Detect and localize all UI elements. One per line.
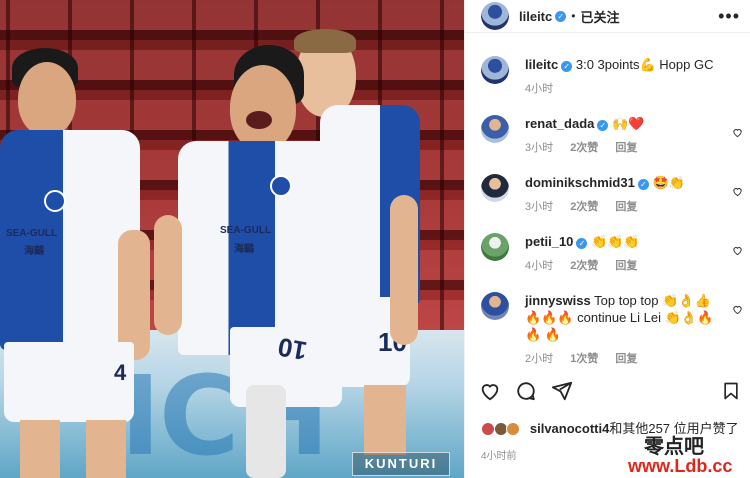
caption-time[interactable]: 4小时 xyxy=(525,83,553,95)
like-comment-icon[interactable] xyxy=(732,245,743,256)
reply-button[interactable]: 回复 xyxy=(615,142,637,154)
caption-username[interactable]: lileitc xyxy=(525,57,558,72)
comment-text: 👏👏👏 xyxy=(591,234,640,249)
commenter-avatar[interactable] xyxy=(481,115,509,143)
comment-username[interactable]: jinnyswiss xyxy=(525,293,591,308)
reply-button[interactable]: 回复 xyxy=(615,201,637,213)
author-username[interactable]: lileitc xyxy=(519,9,552,24)
like-comment-icon[interactable] xyxy=(732,304,743,315)
photo-watermark: KUNTURI xyxy=(352,452,450,476)
site-watermark-url: www.Ldb.cc xyxy=(628,456,733,476)
verified-icon: ✓ xyxy=(555,10,567,22)
liked-by[interactable]: silvanocotti4和其他257 位用户赞了 xyxy=(481,418,750,437)
comment-username[interactable]: renat_dada xyxy=(525,116,594,131)
player-left: SEA-GULL 海鷗 4 xyxy=(0,40,160,478)
like-comment-icon[interactable] xyxy=(732,127,743,138)
verified-icon: ✓ xyxy=(637,179,649,190)
commenter-avatar[interactable] xyxy=(481,292,509,320)
follow-button[interactable]: 已关注 xyxy=(580,7,619,26)
separator-dot: • xyxy=(571,9,576,23)
comment-likes[interactable]: 2次赞 xyxy=(570,142,598,154)
save-icon[interactable] xyxy=(721,380,741,402)
author-avatar[interactable] xyxy=(481,2,509,30)
comment-likes[interactable]: 2次赞 xyxy=(570,260,598,272)
verified-icon: ✓ xyxy=(561,61,573,72)
like-icon[interactable] xyxy=(479,380,501,402)
caption-text: 3:0 3points💪 Hopp GC xyxy=(575,57,714,72)
more-options-icon[interactable]: ••• xyxy=(718,6,740,27)
comment-likes[interactable]: 2次赞 xyxy=(570,201,598,213)
comments-list: lileitc ✓ 3:0 3points💪 Hopp GC 4小时 renat_… xyxy=(465,44,750,374)
verified-icon: ✓ xyxy=(576,238,588,249)
comment-time[interactable]: 3小时 xyxy=(525,201,553,213)
author-avatar[interactable] xyxy=(481,56,509,84)
comment-time[interactable]: 3小时 xyxy=(525,142,553,154)
post-photo[interactable]: ICH SEA-GULL 海鷗 4 10 SEA-GULL 海鷗 10 KUNT… xyxy=(0,0,464,478)
comment-time[interactable]: 2小时 xyxy=(525,353,553,365)
player-center: SEA-GULL 海鷗 10 xyxy=(150,45,380,478)
comment-username[interactable]: dominikschmid31 xyxy=(525,175,635,190)
like-comment-icon[interactable] xyxy=(732,186,743,197)
post-sidebar: lileitc ✓ • 已关注 ••• lileitc ✓ 3:0 3points… xyxy=(464,0,750,478)
comment-username[interactable]: petii_10 xyxy=(525,234,573,249)
post-header: lileitc ✓ • 已关注 ••• xyxy=(465,0,750,33)
comment-text: 🤩👏 xyxy=(652,175,685,190)
site-watermark-cn: 零点吧 xyxy=(644,434,704,458)
comment-likes[interactable]: 1次赞 xyxy=(570,353,598,365)
post-actions xyxy=(479,380,741,406)
liker-avatar xyxy=(481,422,495,436)
commenter-avatar[interactable] xyxy=(481,174,509,202)
verified-icon: ✓ xyxy=(597,120,609,131)
post-timestamp[interactable]: 4小时前 xyxy=(481,447,517,462)
comment-time[interactable]: 4小时 xyxy=(525,260,553,272)
liker-avatar xyxy=(506,422,521,436)
share-icon[interactable] xyxy=(551,380,573,402)
reply-button[interactable]: 回复 xyxy=(615,260,637,272)
reply-button[interactable]: 回复 xyxy=(615,353,637,365)
comment-icon[interactable] xyxy=(515,380,537,402)
commenter-avatar[interactable] xyxy=(481,233,509,261)
comment-text: 🙌❤️ xyxy=(612,116,645,131)
liker-username[interactable]: silvanocotti4 xyxy=(530,421,609,436)
